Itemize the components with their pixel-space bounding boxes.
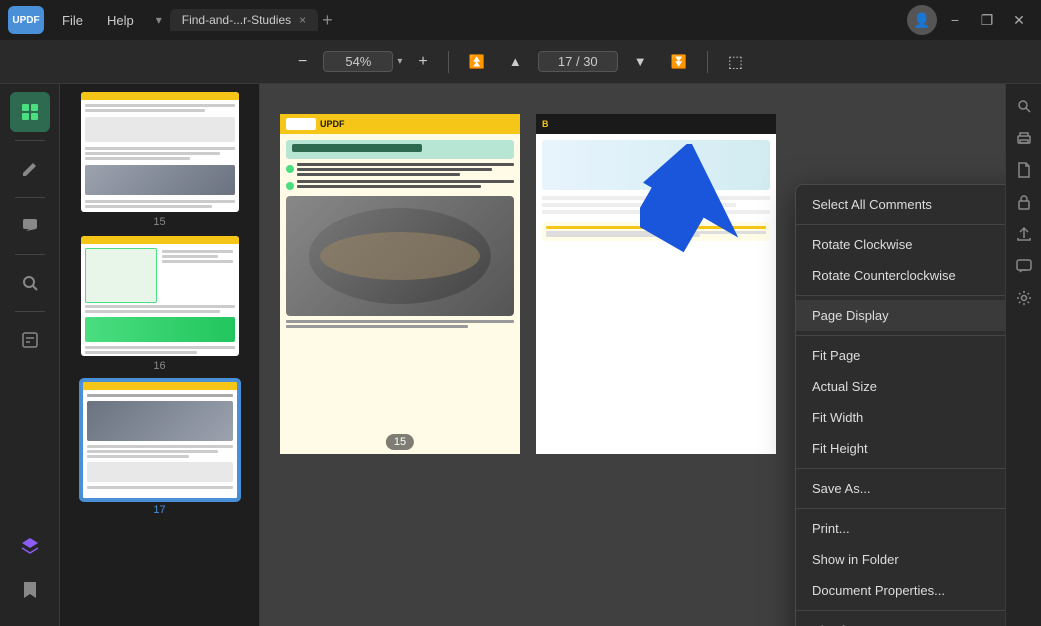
- thumbnail-image-16: [81, 236, 239, 356]
- thumbnail-17[interactable]: 17: [68, 380, 251, 516]
- page-display[interactable]: 17 / 30: [538, 51, 618, 72]
- menu-divider-5: [796, 508, 1005, 509]
- context-menu: Select All Comments Rotate Clockwise Rot…: [795, 184, 1005, 626]
- menu-divider-6: [796, 610, 1005, 611]
- avatar[interactable]: 👤: [907, 5, 937, 35]
- prev-page-button[interactable]: ▲: [501, 50, 530, 73]
- page-navigation: 17 / 30: [538, 51, 618, 72]
- sidebar-item-layers[interactable]: [10, 526, 50, 566]
- window-controls: 👤 − ❐ ✕: [907, 5, 1033, 35]
- zoom-dropdown-icon[interactable]: ▾: [397, 56, 402, 67]
- arrow-overlay: [640, 144, 760, 264]
- menu-item-print[interactable]: Print...: [796, 513, 1005, 544]
- sidebar-item-bookmark[interactable]: [10, 570, 50, 610]
- right-comment-icon[interactable]: [1010, 252, 1038, 280]
- tab-close-icon[interactable]: ×: [299, 13, 306, 27]
- sidebar-item-comment[interactable]: [10, 206, 50, 246]
- menu-divider-2: [796, 295, 1005, 296]
- thumbnail-image-17: [81, 380, 239, 500]
- menu-item-fit-height[interactable]: Fit Height Ctrl+3: [796, 433, 1005, 464]
- thumbnail-16[interactable]: 16: [68, 236, 251, 372]
- content-area[interactable]: UPDF: [260, 84, 1005, 626]
- sidebar-separator-3: [15, 254, 45, 255]
- menu-item-actual-size[interactable]: Actual Size Ctrl+1: [796, 371, 1005, 402]
- next-page-button[interactable]: ▼: [626, 50, 655, 73]
- menu-item-fit-width[interactable]: Fit Width Ctrl+2: [796, 402, 1005, 433]
- thumbnail-image-15: [81, 92, 239, 212]
- thumbnails-panel: 15: [60, 84, 260, 626]
- zoom-value[interactable]: 54%: [323, 51, 393, 72]
- toolbar-separator-2: [707, 51, 708, 73]
- menu-item-page-display[interactable]: Page Display ▶: [796, 300, 1005, 331]
- menu-divider-3: [796, 335, 1005, 336]
- menu-item-document-properties[interactable]: Document Properties...: [796, 575, 1005, 606]
- thumbnail-label-16: 16: [153, 360, 165, 372]
- right-sidebar: [1005, 84, 1041, 626]
- first-page-button[interactable]: ⏫: [461, 50, 493, 74]
- presentation-button[interactable]: ⬚: [720, 48, 751, 76]
- right-print-icon[interactable]: [1010, 124, 1038, 152]
- menu-item-play-from-start[interactable]: Play from Start Ctrl+Shift+Enter: [796, 615, 1005, 626]
- new-tab-button[interactable]: +: [322, 10, 333, 31]
- sidebar-separator-2: [15, 197, 45, 198]
- sidebar-item-form[interactable]: [10, 320, 50, 360]
- toolbar: − 54% ▾ + ⏫ ▲ 17 / 30 ▼ ⏬ ⬚: [0, 40, 1041, 84]
- menu-item-select-all-comments[interactable]: Select All Comments: [796, 189, 1005, 220]
- sidebar-item-edit[interactable]: [10, 149, 50, 189]
- zoom-in-button[interactable]: +: [410, 49, 435, 75]
- sidebar-item-search[interactable]: [10, 263, 50, 303]
- document-tab[interactable]: Find-and-...r-Studies ×: [170, 9, 318, 31]
- menu-item-save-as[interactable]: Save As...: [796, 473, 1005, 504]
- thumbnail-label-15: 15: [153, 216, 165, 228]
- main-area: 15: [0, 84, 1041, 626]
- right-settings-icon[interactable]: [1010, 284, 1038, 312]
- help-menu[interactable]: Help: [97, 9, 144, 32]
- zoom-out-button[interactable]: −: [290, 49, 315, 75]
- menu-divider-1: [796, 224, 1005, 225]
- page-badge-15: 15: [386, 434, 414, 450]
- last-page-button[interactable]: ⏬: [663, 50, 695, 74]
- tab-bar: ▾ Find-and-...r-Studies × +: [156, 9, 903, 31]
- menu-item-rotate-cw[interactable]: Rotate Clockwise: [796, 229, 1005, 260]
- right-share-icon[interactable]: [1010, 220, 1038, 248]
- sidebar-item-thumbnails[interactable]: [10, 92, 50, 132]
- toolbar-separator-1: [448, 51, 449, 73]
- menu-divider-4: [796, 468, 1005, 469]
- left-sidebar: [0, 84, 60, 626]
- zoom-control: 54% ▾: [323, 51, 402, 72]
- thumbnail-15[interactable]: 15: [68, 92, 251, 228]
- sidebar-bottom: [10, 526, 50, 618]
- updf-logo: UPDF: [8, 6, 44, 34]
- sidebar-separator-4: [15, 311, 45, 312]
- sidebar-separator: [15, 140, 45, 141]
- titlebar: UPDF File Help ▾ Find-and-...r-Studies ×…: [0, 0, 1041, 40]
- menu-item-rotate-ccw[interactable]: Rotate Counterclockwise: [796, 260, 1005, 291]
- right-search-icon[interactable]: [1010, 92, 1038, 120]
- tab-label: Find-and-...r-Studies: [182, 13, 291, 27]
- close-button[interactable]: ✕: [1005, 9, 1033, 31]
- maximize-button[interactable]: ❐: [973, 9, 1001, 31]
- menu-item-show-in-folder[interactable]: Show in Folder: [796, 544, 1005, 575]
- thumbnail-label-17: 17: [153, 504, 165, 516]
- tab-chevron[interactable]: ▾: [156, 13, 162, 27]
- file-menu[interactable]: File: [52, 9, 93, 32]
- right-document-icon[interactable]: [1010, 156, 1038, 184]
- right-lock-icon[interactable]: [1010, 188, 1038, 216]
- pdf-page-15: UPDF: [280, 114, 520, 454]
- menu-item-fit-page[interactable]: Fit Page Ctrl+0: [796, 340, 1005, 371]
- minimize-button[interactable]: −: [941, 9, 969, 31]
